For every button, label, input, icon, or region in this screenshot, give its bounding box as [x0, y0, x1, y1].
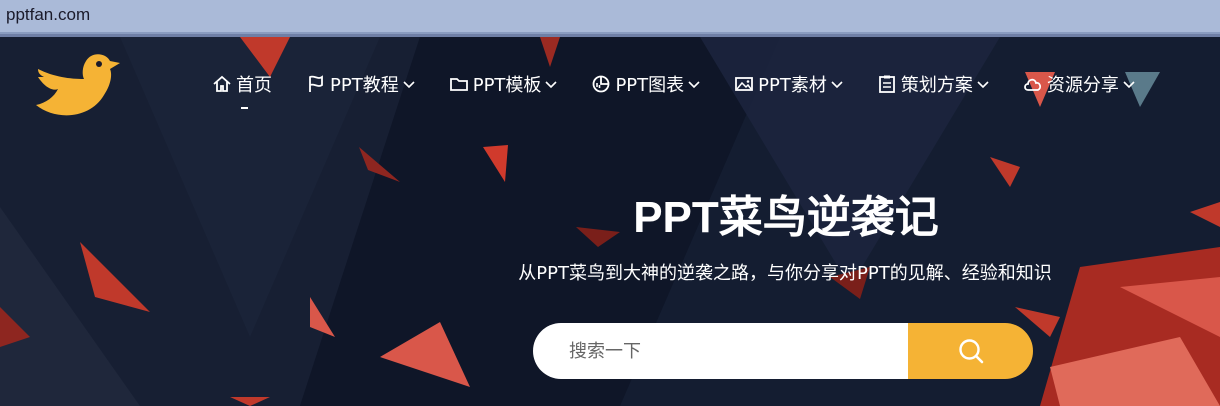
nav-label: PPT模板 — [472, 75, 542, 96]
hero-subtitle: 从PPT菜鸟到大神的逆袭之路，与你分享对PPT的见解、经验和知识 — [518, 263, 1052, 284]
chevron-down-icon — [1123, 81, 1135, 89]
nav-item-ppt-material[interactable]: PPT素材 — [734, 71, 843, 97]
nav-label: PPT素材 — [758, 75, 827, 96]
nav-item-resources[interactable]: 资源分享 — [1023, 71, 1135, 97]
chevron-down-icon — [977, 81, 989, 89]
nav-label: 资源分享 — [1046, 75, 1119, 96]
clipboard-icon — [878, 75, 895, 93]
search-box — [533, 323, 1033, 379]
flag-icon — [309, 75, 323, 92]
browser-address-bar[interactable]: pptfan.com — [0, 0, 1220, 34]
nav-item-planning[interactable]: 策划方案 — [877, 71, 989, 97]
chevron-down-icon — [688, 81, 700, 89]
nav-item-ppt-tutorial[interactable]: PPT教程 — [306, 71, 415, 97]
main-nav: 首页 PPT教程 PPT模板 PPT图表 PPT素材 策划方案 资源分享 — [212, 71, 1135, 97]
cloud-icon — [1023, 78, 1041, 91]
chevron-down-icon — [403, 81, 415, 89]
home-icon — [213, 75, 231, 92]
nav-label: 策划方案 — [900, 75, 973, 96]
bird-logo-icon[interactable] — [32, 49, 122, 121]
folder-icon — [449, 78, 468, 91]
nav-label: PPT教程 — [330, 75, 399, 96]
chart-icon — [593, 75, 610, 93]
hero-title: PPT菜鸟逆袭记 — [633, 193, 939, 242]
chevron-down-icon — [831, 81, 843, 89]
search-input[interactable] — [533, 323, 908, 379]
search-button[interactable] — [908, 323, 1033, 379]
nav-item-home[interactable]: 首页 — [212, 71, 272, 97]
nav-active-indicator — [241, 107, 248, 109]
hero-banner: 首页 PPT教程 PPT模板 PPT图表 PPT素材 策划方案 资源分享 PPT… — [0, 37, 1220, 406]
nav-item-ppt-template[interactable]: PPT模板 — [449, 71, 558, 97]
image-icon — [735, 77, 754, 91]
url-text[interactable]: pptfan.com — [6, 5, 90, 25]
nav-item-ppt-chart[interactable]: PPT图表 — [591, 71, 700, 97]
chevron-down-icon — [545, 81, 558, 89]
nav-label: PPT图表 — [615, 75, 685, 96]
search-icon — [958, 339, 983, 364]
nav-label: 首页 — [236, 75, 272, 96]
